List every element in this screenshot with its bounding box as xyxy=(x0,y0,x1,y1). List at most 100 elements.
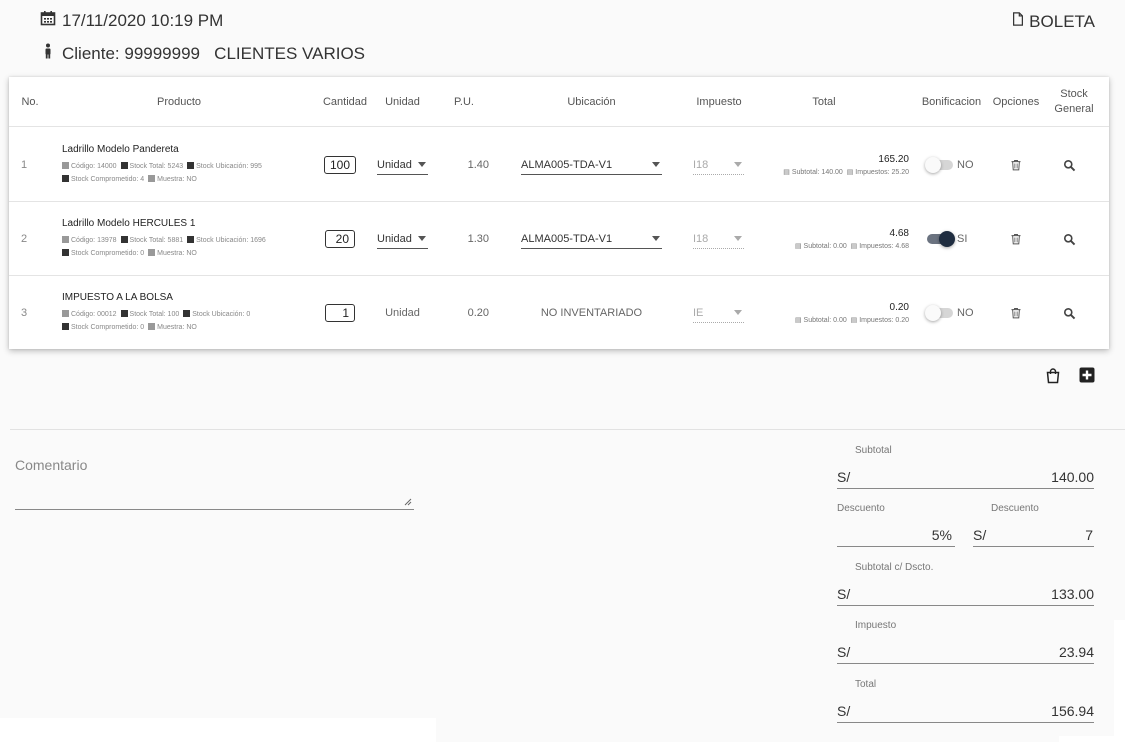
comment-textarea[interactable]: Comentario xyxy=(15,457,414,510)
blank-area xyxy=(1059,736,1125,742)
stock-search-button[interactable] xyxy=(1059,276,1079,350)
location-select[interactable]: ALMA005-TDA-V1 xyxy=(521,128,662,202)
toggle-switch[interactable] xyxy=(925,305,953,321)
resize-grip-icon[interactable] xyxy=(404,498,412,506)
discount-amount-input[interactable]: Descuento S/ 7 xyxy=(973,503,1094,547)
trash-icon[interactable] xyxy=(1008,231,1024,247)
search-icon[interactable] xyxy=(1061,231,1077,247)
trash-icon[interactable] xyxy=(1008,157,1024,173)
discount-percent-value: 5% xyxy=(931,527,952,543)
toggle-switch[interactable] xyxy=(925,157,953,173)
tax-select[interactable]: IE xyxy=(693,276,744,350)
stock-search-button[interactable] xyxy=(1059,202,1079,276)
stock-committed: Stock Comprometido: 0 xyxy=(62,247,144,260)
doc-type: BOLETA xyxy=(1011,11,1095,32)
subtotal-value: 140.00 xyxy=(1051,469,1094,485)
discount-amount-label: Descuento xyxy=(991,503,1039,514)
table-row: 3 IMPUESTO A LA BOLSA Código: 00012 Stoc… xyxy=(9,276,1109,350)
datetime-text: 17/11/2020 10:19 PM xyxy=(62,10,224,30)
total-cell: 165.20 ▤ Subtotal: 140.00 ▤ Impuestos: 2… xyxy=(749,128,909,202)
delete-button[interactable] xyxy=(1001,202,1031,276)
subtotal-label: Subtotal xyxy=(855,445,892,456)
bonus-label: NO xyxy=(957,307,974,319)
chevron-down-icon xyxy=(418,162,426,167)
col-stock-general: Stock General xyxy=(1054,88,1094,115)
code: Código: 14000 xyxy=(62,160,117,173)
subtotal-discount-value: 133.00 xyxy=(1051,586,1094,602)
product-meta: Código: 14000 Stock Total: 5243 Stock Ub… xyxy=(62,160,262,173)
bonus-label: NO xyxy=(957,159,974,171)
toggle-switch[interactable] xyxy=(927,231,955,247)
location-select[interactable]: ALMA005-TDA-V1 xyxy=(521,202,662,276)
stock-search-button[interactable] xyxy=(1059,128,1079,202)
col-opciones: Opciones xyxy=(992,95,1040,108)
table-header: No. Producto Cantidad Unidad P.U. Ubicac… xyxy=(9,77,1109,127)
code: Código: 00012 xyxy=(62,308,117,321)
tax-field: Impuesto S/ 23.94 xyxy=(837,620,1094,664)
trash-icon[interactable] xyxy=(1008,305,1024,321)
client-line: Cliente: 99999999 CLIENTES VARIOS xyxy=(40,43,365,64)
tax-select[interactable]: I18 xyxy=(693,202,744,276)
total-cell: 0.20 ▤ Subtotal: 0.00 ▤ Impuestos: 0.20 xyxy=(749,276,909,350)
calendar-icon xyxy=(40,10,56,31)
chevron-down-icon xyxy=(734,236,742,241)
product-meta: Código: 00012 Stock Total: 100 Stock Ubi… xyxy=(62,308,250,321)
chevron-down-icon xyxy=(418,236,426,241)
row-breakdown: ▤ Subtotal: 140.00 ▤ Impuestos: 25.20 xyxy=(783,169,909,176)
unit-select[interactable]: Unidad xyxy=(377,202,428,276)
subtotal-discount-label: Subtotal c/ Dscto. xyxy=(855,562,934,573)
row-breakdown: ▤ Subtotal: 0.00 ▤ Impuestos: 0.20 xyxy=(794,317,909,324)
tax-select[interactable]: I18 xyxy=(693,128,744,202)
blank-area xyxy=(0,718,436,742)
product-name: Ladrillo Modelo HERCULES 1 xyxy=(62,218,196,229)
subtotal-discount-field: Subtotal c/ Dscto. S/ 133.00 xyxy=(837,562,1094,606)
stock-total: Stock Total: 100 xyxy=(120,308,179,321)
stock-total: Stock Total: 5243 xyxy=(120,160,183,173)
table-actions xyxy=(1045,367,1095,383)
product-meta-2: Stock Comprometido: 0 Muestra: NO xyxy=(62,247,197,260)
tax-label: Impuesto xyxy=(855,620,897,631)
chevron-down-icon xyxy=(652,236,660,241)
stock-location: Stock Ubicación: 0 xyxy=(183,308,250,321)
product-meta-2: Stock Comprometido: 0 Muestra: NO xyxy=(62,321,197,334)
row-total: 165.20 xyxy=(878,154,909,165)
unit-select[interactable]: Unidad xyxy=(377,128,428,202)
delete-button[interactable] xyxy=(1001,276,1031,350)
sample: Muestra: NO xyxy=(148,247,197,260)
col-producto: Producto xyxy=(156,95,202,108)
person-icon xyxy=(40,43,56,64)
table-row: 2 Ladrillo Modelo HERCULES 1 Código: 139… xyxy=(9,202,1109,276)
search-icon[interactable] xyxy=(1061,157,1077,173)
col-total: Total xyxy=(812,95,836,108)
items-table: No. Producto Cantidad Unidad P.U. Ubicac… xyxy=(9,77,1109,349)
discount-percent-input[interactable]: Descuento 5% xyxy=(837,503,955,547)
bonus-toggle[interactable]: NO xyxy=(925,128,983,202)
bonus-toggle[interactable]: NO xyxy=(925,276,983,350)
location-text: NO INVENTARIADO xyxy=(540,307,643,319)
file-icon xyxy=(1011,11,1025,32)
quantity-input[interactable]: 20 xyxy=(324,202,356,276)
row-total: 0.20 xyxy=(889,302,909,313)
total-label: Total xyxy=(855,679,877,690)
shopping-bag-icon[interactable] xyxy=(1045,367,1061,383)
sample: Muestra: NO xyxy=(148,321,197,334)
row-total: 4.68 xyxy=(889,228,909,239)
search-icon[interactable] xyxy=(1061,305,1077,321)
quantity-input[interactable]: 100 xyxy=(324,128,356,202)
product-cell: Ladrillo Modelo Pandereta Código: 14000 … xyxy=(62,128,312,202)
quantity-input[interactable]: 1 xyxy=(324,276,356,350)
bonus-label: SI xyxy=(957,233,968,245)
product-meta: Código: 13978 Stock Total: 5881 Stock Ub… xyxy=(62,234,266,247)
delete-button[interactable] xyxy=(1001,128,1031,202)
product-name: IMPUESTO A LA BOLSA xyxy=(62,292,173,303)
col-ubicacion: Ubicación xyxy=(567,95,616,108)
col-no: No. xyxy=(21,95,39,108)
bonus-toggle[interactable]: SI xyxy=(927,202,983,276)
product-name: Ladrillo Modelo Pandereta xyxy=(62,144,179,155)
table-row: 1 Ladrillo Modelo Pandereta Código: 1400… xyxy=(9,128,1109,202)
subtotal-field: Subtotal S/ 140.00 xyxy=(837,445,1094,489)
datetime-line: 17/11/2020 10:19 PM xyxy=(40,10,223,31)
chevron-down-icon xyxy=(734,310,742,315)
stock-location: Stock Ubicación: 1696 xyxy=(187,234,266,247)
plus-square-icon[interactable] xyxy=(1079,367,1095,383)
